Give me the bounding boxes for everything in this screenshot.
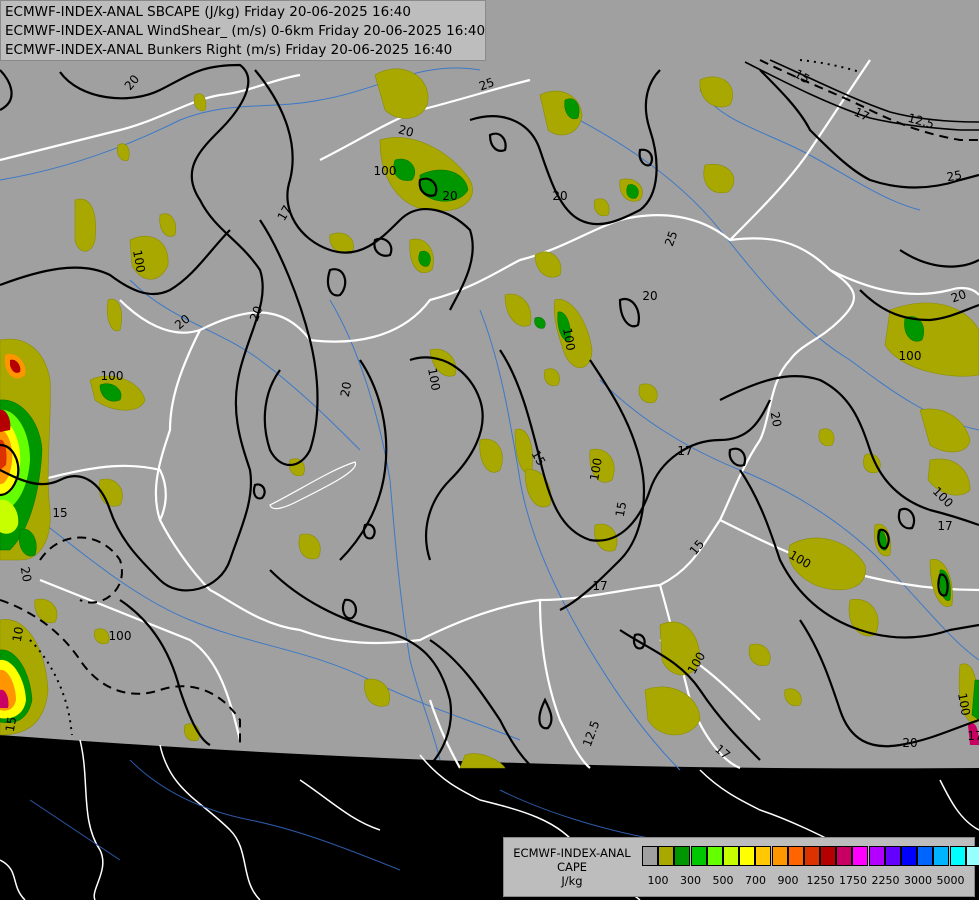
legend-swatch bbox=[658, 846, 675, 866]
legend-color-scale bbox=[642, 846, 979, 866]
legend-title: ECMWF-INDEX-ANAL CAPE J/kg bbox=[506, 846, 638, 888]
legend-tick-label: 500 bbox=[712, 874, 734, 887]
title-bunkers-right: ECMWF-INDEX-ANAL Bunkers Right (m/s) Fri… bbox=[5, 42, 453, 58]
contour-label: 15 bbox=[3, 716, 19, 733]
contour-label: 20 bbox=[642, 289, 657, 303]
legend-title-param: CAPE bbox=[556, 860, 588, 874]
cape-legend: ECMWF-INDEX-ANAL CAPE J/kg 100 300 500 700 9… bbox=[503, 837, 979, 897]
legend-tick-label: 300 bbox=[680, 874, 701, 887]
legend-title-unit: J/kg bbox=[561, 874, 583, 888]
legend-swatch bbox=[949, 846, 966, 866]
contour-label: 20 bbox=[442, 189, 457, 203]
contour-label: 20 bbox=[18, 566, 34, 583]
legend-tick-label: 5000 bbox=[936, 874, 965, 887]
legend-tick-label: 900 bbox=[777, 874, 799, 887]
legend-swatch bbox=[690, 846, 707, 866]
contour-label: 17 bbox=[677, 444, 692, 458]
legend-swatch bbox=[706, 846, 723, 866]
legend-swatch bbox=[836, 846, 853, 866]
legend-swatch bbox=[868, 846, 885, 866]
legend-swatch bbox=[755, 846, 772, 866]
legend-swatch bbox=[787, 846, 804, 866]
contour-label: 20 bbox=[552, 189, 567, 203]
weather-map: 20 25 1517 12.52520171002010020 201002520 100… bbox=[0, 0, 979, 900]
contour-label: 100 bbox=[101, 369, 124, 383]
legend-swatch bbox=[820, 846, 837, 866]
contour-label: 100 bbox=[374, 164, 397, 178]
contour-label: 10 bbox=[10, 626, 26, 643]
legend-tick-label: 100 bbox=[647, 874, 669, 887]
legend-tick-label: 3000 bbox=[904, 874, 932, 887]
title-box: ECMWF-INDEX-ANAL SBCAPE (J/kg) Friday 20… bbox=[0, 0, 486, 61]
legend-swatch bbox=[901, 846, 917, 866]
legend-tick-label: 2250 bbox=[871, 874, 900, 887]
legend-swatch bbox=[933, 846, 950, 866]
contour-label: 20 bbox=[902, 736, 917, 750]
legend-swatch bbox=[771, 846, 788, 866]
legend-swatch bbox=[642, 846, 658, 866]
contour-label: 20 bbox=[768, 411, 784, 428]
contour-label: 15 bbox=[613, 501, 629, 518]
legend-tick-label: 700 bbox=[745, 874, 766, 887]
legend-swatch bbox=[852, 846, 869, 866]
legend-title-model: ECMWF-INDEX-ANAL bbox=[513, 846, 631, 860]
legend-swatch bbox=[917, 846, 934, 866]
legend-swatch bbox=[722, 846, 739, 866]
contour-label: 17 bbox=[937, 519, 952, 533]
contour-label: 25 bbox=[946, 168, 963, 184]
contour-label: 20 bbox=[338, 381, 354, 398]
contour-label: 17 bbox=[967, 729, 979, 743]
legend-tick-label: 1750 bbox=[839, 874, 867, 887]
legend-swatch bbox=[884, 846, 901, 866]
legend-tick-label: 1250 bbox=[806, 874, 835, 887]
contour-label: 100 bbox=[899, 349, 922, 363]
legend-tick-labels: 100 300 500 700 900 1250 1750 2250 3000 5000 bbox=[642, 874, 972, 888]
legend-swatch bbox=[739, 846, 756, 866]
legend-swatch bbox=[803, 846, 820, 866]
legend-swatch bbox=[965, 846, 979, 866]
legend-swatch bbox=[674, 846, 691, 866]
contour-label: 17 bbox=[592, 579, 607, 593]
title-sbcape: ECMWF-INDEX-ANAL SBCAPE (J/kg) Friday 20… bbox=[5, 4, 411, 20]
title-windshear: ECMWF-INDEX-ANAL WindShear_ (m/s) 0-6km … bbox=[5, 23, 486, 39]
contour-label: 100 bbox=[109, 629, 132, 643]
contour-label: 15 bbox=[52, 506, 67, 520]
